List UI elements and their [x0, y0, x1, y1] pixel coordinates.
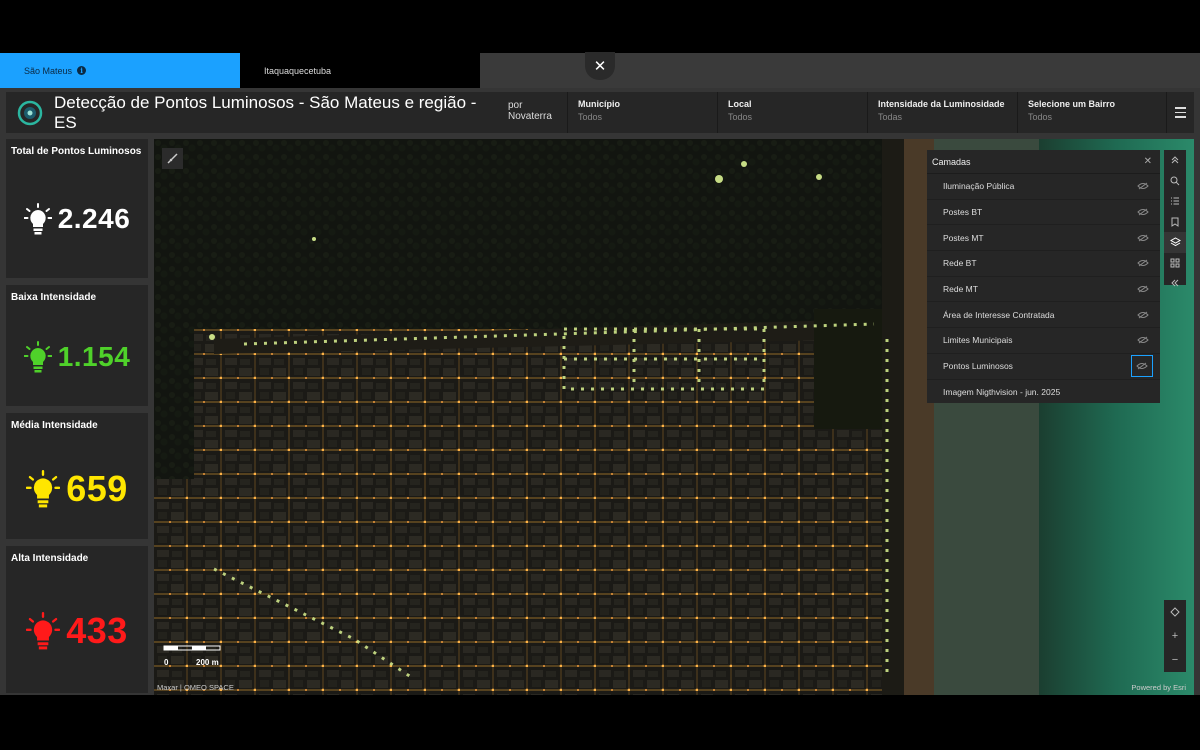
- tab-label: São Mateus: [24, 65, 73, 76]
- filter-value: Todos: [728, 112, 753, 122]
- app-frame: São Mateus i Itaquaquecetuba ✕ Detecção …: [0, 52, 1200, 695]
- tab-strip: São Mateus i Itaquaquecetuba ✕: [0, 52, 1200, 88]
- card-body: 1.154: [6, 337, 148, 377]
- filter-intensidade[interactable]: Intensidade da Luminosidade Todas: [867, 92, 1017, 133]
- card-title: Total de Pontos Luminosos: [11, 146, 142, 157]
- filter-value: Todas: [878, 112, 903, 122]
- alta-value: 433: [66, 610, 128, 651]
- card-title: Baixa Intensidade: [11, 292, 97, 303]
- collapse-left-icon[interactable]: [1164, 273, 1186, 294]
- map-attribution: Maxar | OMEO SPACE: [157, 683, 234, 692]
- zoom-in-icon[interactable]: +: [1164, 624, 1186, 648]
- layer-row[interactable]: Pontos Luminosos: [927, 354, 1160, 380]
- map-view[interactable]: 0 200 m Maxar | OMEO SPACE Powered by Es…: [154, 139, 1194, 695]
- close-icon[interactable]: ✕: [585, 52, 615, 80]
- legend-icon[interactable]: [1164, 191, 1186, 212]
- layer-name: Postes BT: [943, 207, 983, 218]
- menu-icon[interactable]: [1166, 92, 1194, 133]
- filter-local[interactable]: Local Todos: [717, 92, 867, 133]
- layer-row[interactable]: Postes MT: [927, 225, 1160, 252]
- filter-label: Local: [728, 99, 752, 109]
- scale-label: 200 m: [196, 658, 219, 667]
- card-body: 2.246: [6, 199, 148, 239]
- visibility-off-icon[interactable]: [1134, 306, 1152, 324]
- layer-list-panel: Camadas ✕ Iluminação Pública Postes BT P…: [927, 150, 1160, 403]
- card-media: Média Intensidade 659: [6, 413, 148, 539]
- layer-row[interactable]: Postes BT: [927, 200, 1160, 226]
- filter-label: Intensidade da Luminosidade: [878, 99, 1005, 109]
- media-value: 659: [66, 468, 128, 509]
- card-baixa: Baixa Intensidade 1.154: [6, 285, 148, 406]
- lightbulb-icon: [23, 203, 52, 235]
- filter-label: Município: [578, 99, 620, 109]
- app-logo: [14, 97, 46, 129]
- visibility-off-icon[interactable]: [1134, 177, 1152, 195]
- layers-icon[interactable]: [1164, 232, 1186, 253]
- search-icon[interactable]: [1164, 171, 1186, 192]
- visibility-off-icon[interactable]: [1134, 331, 1152, 349]
- layer-name: Área de Interesse Contratada: [943, 309, 1055, 320]
- info-icon[interactable]: i: [77, 66, 87, 75]
- lightbulb-icon: [26, 470, 61, 508]
- layer-name: Pontos Luminosos: [943, 361, 1013, 372]
- total-value: 2.246: [57, 203, 131, 234]
- layer-row[interactable]: Área de Interesse Contratada: [927, 302, 1160, 329]
- layer-name: Imagem Nigthvision - jun. 2025: [943, 387, 1061, 398]
- layer-name: Postes MT: [943, 232, 984, 243]
- app-header: Detecção de Pontos Luminosos - São Mateu…: [6, 92, 1194, 133]
- visibility-off-icon[interactable]: [1131, 355, 1153, 378]
- tab-label: Itaquaquecetuba: [264, 65, 332, 76]
- card-title: Alta Intensidade: [11, 553, 89, 564]
- zoom-out-icon[interactable]: −: [1164, 648, 1186, 672]
- collapse-up-icon[interactable]: [1164, 150, 1186, 171]
- lightbulb-icon: [26, 612, 61, 650]
- layer-name: Iluminação Pública: [943, 181, 1015, 192]
- layer-list-header: Camadas ✕: [927, 150, 1160, 174]
- scale-bar: 0 200 m: [162, 642, 222, 668]
- layer-row[interactable]: Iluminação Pública: [927, 174, 1160, 200]
- scale-zero: 0: [164, 658, 169, 667]
- page-byline: por Novaterra: [507, 99, 552, 122]
- title-block: Detecção de Pontos Luminosos - São Mateu…: [54, 93, 569, 133]
- page-title: Detecção de Pontos Luminosos - São Mateu…: [54, 92, 477, 132]
- layer-row[interactable]: Rede BT: [927, 251, 1160, 277]
- filter-municipio[interactable]: Município Todos: [567, 92, 717, 133]
- layer-name: Rede BT: [943, 258, 977, 269]
- card-title: Média Intensidade: [11, 420, 98, 431]
- tab-itaquaquecetuba[interactable]: Itaquaquecetuba: [240, 53, 480, 88]
- filter-value: Todos: [1028, 112, 1053, 122]
- lightbulb-icon: [23, 341, 52, 373]
- layer-row[interactable]: Limites Municipais: [927, 328, 1160, 354]
- filter-bairro[interactable]: Selecione um Bairro Todos: [1017, 92, 1166, 133]
- layer-row[interactable]: Rede MT: [927, 277, 1160, 303]
- visibility-off-icon[interactable]: [1134, 254, 1152, 272]
- layer-name: Limites Municipais: [943, 335, 1013, 346]
- zoom-controls: + −: [1164, 600, 1186, 672]
- visibility-off-icon[interactable]: [1134, 280, 1152, 298]
- basemap-gallery-icon[interactable]: [1164, 253, 1186, 274]
- layer-list-title: Camadas: [932, 156, 971, 167]
- baixa-value: 1.154: [57, 341, 131, 372]
- visibility-off-icon[interactable]: [1134, 229, 1152, 247]
- close-icon[interactable]: ✕: [1144, 156, 1152, 167]
- card-body: 433: [6, 608, 148, 654]
- tab-sao-mateus[interactable]: São Mateus i: [0, 53, 240, 88]
- card-alta: Alta Intensidade 433: [6, 546, 148, 693]
- bookmark-icon[interactable]: [1164, 212, 1186, 233]
- layer-name: Rede MT: [943, 284, 978, 295]
- card-total: Total de Pontos Luminosos 2.246: [6, 139, 148, 278]
- card-body: 659: [6, 467, 148, 511]
- layer-row[interactable]: Imagem Nigthvision - jun. 2025: [927, 380, 1160, 406]
- filter-label: Selecione um Bairro: [1028, 99, 1116, 109]
- visibility-off-icon[interactable]: [1134, 203, 1152, 221]
- home-icon[interactable]: [1164, 600, 1186, 624]
- filter-value: Todos: [578, 112, 603, 122]
- measure-icon[interactable]: [162, 148, 183, 169]
- powered-by[interactable]: Powered by Esri: [1131, 683, 1186, 692]
- map-toolbar: [1164, 150, 1186, 287]
- scale-bar-graphic: [163, 645, 221, 651]
